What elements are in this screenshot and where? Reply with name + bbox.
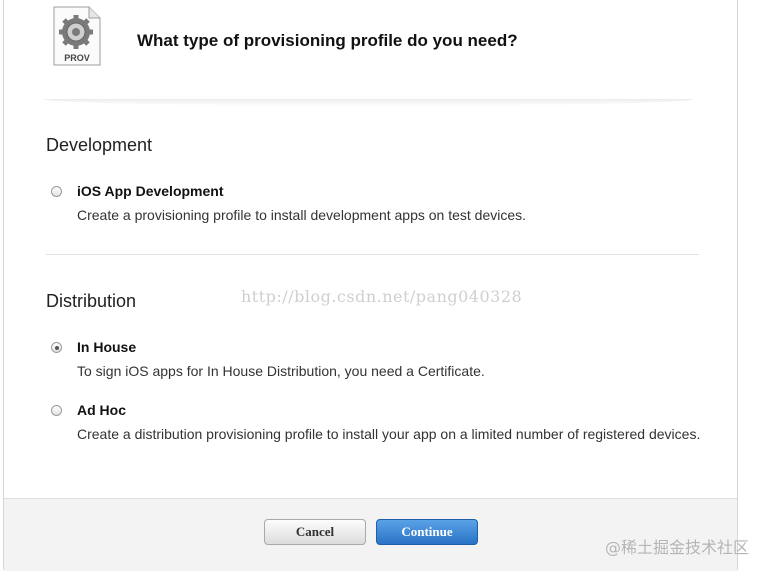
radio-ad-hoc[interactable] (51, 405, 62, 416)
continue-button[interactable]: Continue (376, 519, 478, 545)
section-title-development: Development (46, 135, 153, 155)
option-label[interactable]: iOS App Development (77, 183, 224, 199)
option-description: To sign iOS apps for In House Distributi… (77, 363, 485, 379)
radio-in-house[interactable] (51, 342, 62, 353)
provisioning-dialog: PROV What type of provisioning profile d… (3, 0, 738, 571)
dialog-title: What type of provisioning profile do you… (137, 31, 518, 50)
brand-watermark: @稀土掘金技术社区 (605, 538, 750, 557)
section-title-distribution: Distribution (46, 291, 137, 311)
cancel-button[interactable]: Cancel (264, 519, 366, 545)
option-label[interactable]: In House (77, 339, 136, 355)
option-label[interactable]: Ad Hoc (77, 402, 126, 418)
prov-file-icon: PROV (53, 6, 101, 66)
prov-icon-label: PROV (64, 53, 90, 63)
radio-ios-app-development[interactable] (51, 186, 62, 197)
option-description: Create a distribution provisioning profi… (77, 426, 701, 442)
blog-watermark: http://blog.csdn.net/pang040328 (241, 287, 523, 306)
section-divider (46, 254, 699, 255)
option-description: Create a provisioning profile to install… (77, 207, 527, 223)
header-divider (44, 99, 694, 106)
